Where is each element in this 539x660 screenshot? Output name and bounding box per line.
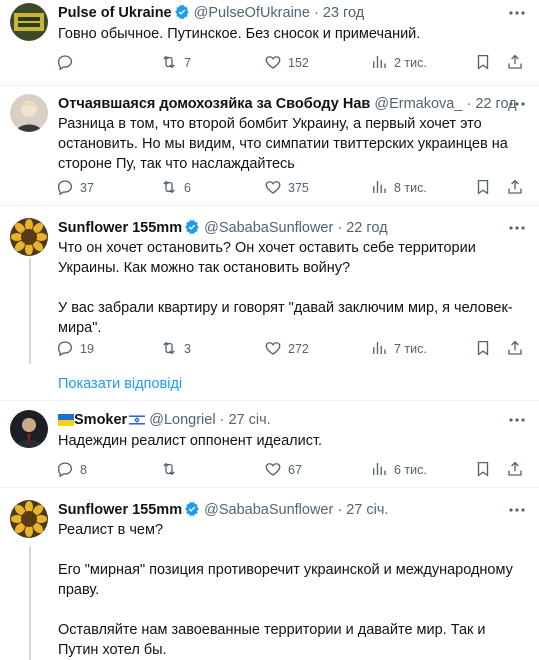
reply-icon [56,178,80,199]
reply-icon [56,53,80,74]
tweet-sunflower-2[interactable]: Sunflower 155mm @SababaSunflower · 27 сі… [0,488,539,660]
israel-flag-icon [129,412,146,432]
bookmark-button[interactable] [474,178,498,198]
bar-chart-icon [370,53,394,74]
author-name[interactable]: Отчаявшаяся домохозяйка за Свободу Нав [58,96,370,112]
avatar[interactable] [10,3,48,41]
share-button[interactable] [506,53,530,73]
reply-button[interactable] [56,53,80,73]
reply-button[interactable]: 19 [56,339,94,359]
show-replies-link[interactable]: Показати відповіді [58,376,182,392]
like-button[interactable]: 152 [264,53,309,73]
bookmark-icon [474,460,498,481]
bookmark-button[interactable] [474,53,498,73]
dot-separator: · [466,96,472,112]
tweet-ermakova[interactable]: Отчаявшаяся домохозяйка за Свободу Нав @… [0,86,539,204]
timestamp[interactable]: 23 год [323,5,364,21]
repost-icon [160,178,184,199]
tweet-smoker[interactable]: Smoker @Longriel · 27 січ. Надеждин реал… [0,401,539,486]
share-icon [506,53,530,74]
more-options-icon[interactable] [507,94,527,114]
dot-separator: · [219,412,225,428]
bookmark-button[interactable] [474,339,498,359]
avatar[interactable] [10,218,48,256]
author-name[interactable]: Sunflower 155mm [58,220,182,236]
action-bar: 8 67 6 тис. [56,460,526,480]
avatar[interactable] [10,410,48,448]
bookmark-icon [474,339,498,360]
author-handle[interactable]: @Longriel [149,412,215,428]
heart-icon [264,178,288,199]
share-button[interactable] [506,460,530,480]
tweet-pulse-of-ukraine[interactable]: Pulse of Ukraine @PulseOfUkraine · 23 го… [0,0,539,90]
views-button[interactable]: 6 тис. [370,460,427,480]
tweet-text: Разница в том, что второй бомбит Украину… [58,116,508,172]
views-button[interactable]: 8 тис. [370,178,427,198]
more-options-icon[interactable] [507,500,527,520]
author-handle[interactable]: @SababaSunflower [204,502,333,518]
author-handle[interactable]: @SababaSunflower [204,220,333,236]
heart-icon [264,460,288,481]
dot-separator: · [337,502,343,518]
bar-chart-icon [370,460,394,481]
more-options-icon[interactable] [507,218,527,238]
share-button[interactable] [506,339,530,359]
action-bar: 7 152 2 тис. [56,53,526,73]
tweet-header: Отчаявшаяся домохозяйка за Свободу Нав @… [58,94,517,114]
tweet-text: Надеждин реалист оппонент идеалист. [58,433,323,449]
like-button[interactable]: 272 [264,339,309,359]
author-name[interactable]: Sunflower 155mm [58,502,182,518]
author-name[interactable]: Pulse of Ukraine [58,5,172,21]
repost-button[interactable]: 3 [160,339,191,359]
repost-icon [160,460,184,481]
like-button[interactable]: 67 [264,460,302,480]
repost-button[interactable]: 7 [160,53,191,73]
heart-icon [264,339,288,360]
repost-icon [160,339,184,360]
action-bar: 37 6 375 8 тис. [56,178,526,198]
bookmark-icon [474,53,498,74]
tweet-header: Smoker @Longriel · 27 січ. [58,410,271,432]
author-name[interactable]: Smoker [74,412,127,428]
dot-separator: · [313,5,319,21]
tweet-text: Что он хочет остановить? Он хочет остави… [58,240,513,336]
like-button[interactable]: 375 [264,178,309,198]
share-icon [506,178,530,199]
bookmark-button[interactable] [474,460,498,480]
author-handle[interactable]: @PulseOfUkraine [194,5,310,21]
dot-separator: · [337,220,343,236]
share-button[interactable] [506,178,530,198]
bookmark-icon [474,178,498,199]
tweet-text: Реалист в чем? Его "мирная" позиция прот… [58,522,513,658]
timestamp[interactable]: 27 січ. [346,502,388,518]
avatar[interactable] [10,94,48,132]
reply-button[interactable]: 37 [56,178,94,198]
timestamp[interactable]: 22 год [346,220,387,236]
share-icon [506,339,530,360]
bar-chart-icon [370,178,394,199]
repost-button[interactable] [160,460,184,480]
bar-chart-icon [370,339,394,360]
repost-button[interactable]: 6 [160,178,191,198]
tweet-text: Говно обычное. Путинское. Без сносок и п… [58,26,421,42]
action-bar: 19 3 272 7 тис. [56,339,526,359]
timestamp[interactable]: 27 січ. [228,412,270,428]
heart-icon [264,53,288,74]
author-handle[interactable]: @Ermakova_ [374,96,462,112]
more-options-icon[interactable] [507,3,527,23]
reply-button[interactable]: 8 [56,460,87,480]
views-button[interactable]: 2 тис. [370,53,427,73]
views-button[interactable]: 7 тис. [370,339,427,359]
avatar[interactable] [10,500,48,538]
repost-icon [160,53,184,74]
share-icon [506,460,530,481]
more-options-icon[interactable] [507,410,527,430]
tweet-sunflower-1[interactable]: Sunflower 155mm @SababaSunflower · 22 го… [0,206,539,366]
reply-icon [56,460,80,481]
reply-icon [56,339,80,360]
ukraine-flag-icon [58,412,74,432]
verified-badge-icon [174,4,190,26]
tweet-header: Pulse of Ukraine @PulseOfUkraine · 23 го… [58,3,364,26]
